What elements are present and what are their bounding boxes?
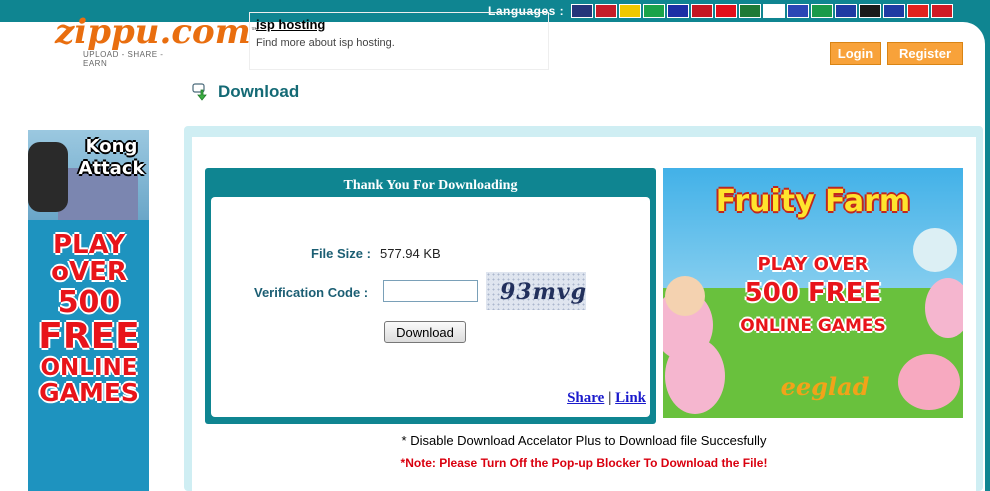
france-flag-icon[interactable] <box>835 4 857 18</box>
side-line-500: 500 <box>57 284 121 320</box>
logo-text: zippu.com <box>55 12 251 52</box>
promo-ad-banner[interactable]: Fruity Farm PLAY OVER 500 FREE ONLINE GA… <box>663 168 963 418</box>
ad-description: Find more about isp hosting. <box>256 37 395 49</box>
share-links: Share | Link <box>567 390 646 407</box>
file-size-value: 577.94 KB <box>380 246 441 261</box>
gorilla-image <box>28 142 68 212</box>
promo-line-online-games: ONLINE GAMES <box>740 316 886 336</box>
side-line-play: PLAY <box>52 230 126 260</box>
verification-code-input[interactable] <box>383 280 478 302</box>
brazil-flag-icon[interactable] <box>643 4 665 18</box>
page-title: Download <box>192 82 299 102</box>
download-box: Thank You For Downloading File Size : 57… <box>205 168 656 424</box>
belgium-flag-icon[interactable] <box>859 4 881 18</box>
ad-title-link[interactable]: isp hosting <box>256 17 325 32</box>
page-title-text: Download <box>218 82 300 101</box>
promo-line-play-over: PLAY OVER <box>757 254 869 275</box>
popup-blocker-note: *Note: Please Turn Off the Pop-up Blocke… <box>400 456 768 470</box>
side-line-over: oVER <box>51 257 127 288</box>
pink-girl-character <box>665 338 725 414</box>
language-flags <box>571 4 953 18</box>
promo-line-500-free: 500 FREE <box>744 278 882 308</box>
side-ad-banner[interactable]: Kong Attack PLAY oVER 500 FREE ONLINE GA… <box>28 130 149 491</box>
share-link[interactable]: Share <box>567 390 604 406</box>
spain-flag-icon[interactable] <box>619 4 641 18</box>
link-link[interactable]: Link <box>615 390 646 406</box>
malaysia-flag-icon[interactable] <box>691 4 713 18</box>
download-icon <box>192 83 210 101</box>
download-form: File Size : 577.94 KB Verification Code … <box>211 197 650 417</box>
piglet-character <box>898 354 960 410</box>
indonesia-flag-icon[interactable] <box>715 4 737 18</box>
download-box-title: Thank You For Downloading <box>343 178 518 193</box>
china-flag-icon[interactable] <box>907 4 929 18</box>
kong-attack-panel: Kong Attack <box>28 130 149 220</box>
taiwan-flag-icon[interactable] <box>931 4 953 18</box>
saudi-flag-icon[interactable] <box>739 4 761 18</box>
side-line-games: GAMES <box>39 378 139 408</box>
accelerator-note: * Disable Download Accelator Plus to Dow… <box>401 433 767 448</box>
register-button[interactable]: Register <box>887 42 963 65</box>
side-banner-text: PLAY oVER 500 FREE ONLINE GAMES <box>34 230 144 408</box>
eu-flag-icon[interactable] <box>667 4 689 18</box>
captcha-text: 93mvg <box>500 279 586 305</box>
kong-attack-title: Kong Attack <box>78 136 145 179</box>
italy-flag-icon[interactable] <box>811 4 833 18</box>
side-banner-lower: PLAY oVER 500 FREE ONLINE GAMES <box>28 220 149 491</box>
text-ad[interactable]: isp hosting Find more about isp hosting. <box>249 12 549 70</box>
side-line-free: FREE <box>38 316 140 358</box>
links-separator: | <box>608 390 612 406</box>
file-size-label: File Size : <box>311 246 371 261</box>
russia-flag-icon[interactable] <box>787 4 809 18</box>
japan-flag-icon[interactable] <box>763 4 785 18</box>
side-line-online: ONLINE <box>40 354 138 381</box>
logo-tagline: UPLOAD - SHARE - EARN <box>83 50 164 68</box>
site-logo[interactable]: zippu.com™ UPLOAD - SHARE - EARN <box>55 14 260 70</box>
uk-flag-icon[interactable] <box>571 4 593 18</box>
download-button[interactable]: Download <box>384 321 466 343</box>
captcha-image: 93mvg <box>486 272 586 310</box>
romania-flag-icon[interactable] <box>883 4 905 18</box>
verification-code-label: Verification Code : <box>254 285 369 300</box>
eeglad-logo: eeglad <box>780 372 870 401</box>
login-button[interactable]: Login <box>830 42 881 65</box>
thailand-flag-icon[interactable] <box>595 4 617 18</box>
fruity-farm-title: Fruity Farm <box>715 184 911 219</box>
